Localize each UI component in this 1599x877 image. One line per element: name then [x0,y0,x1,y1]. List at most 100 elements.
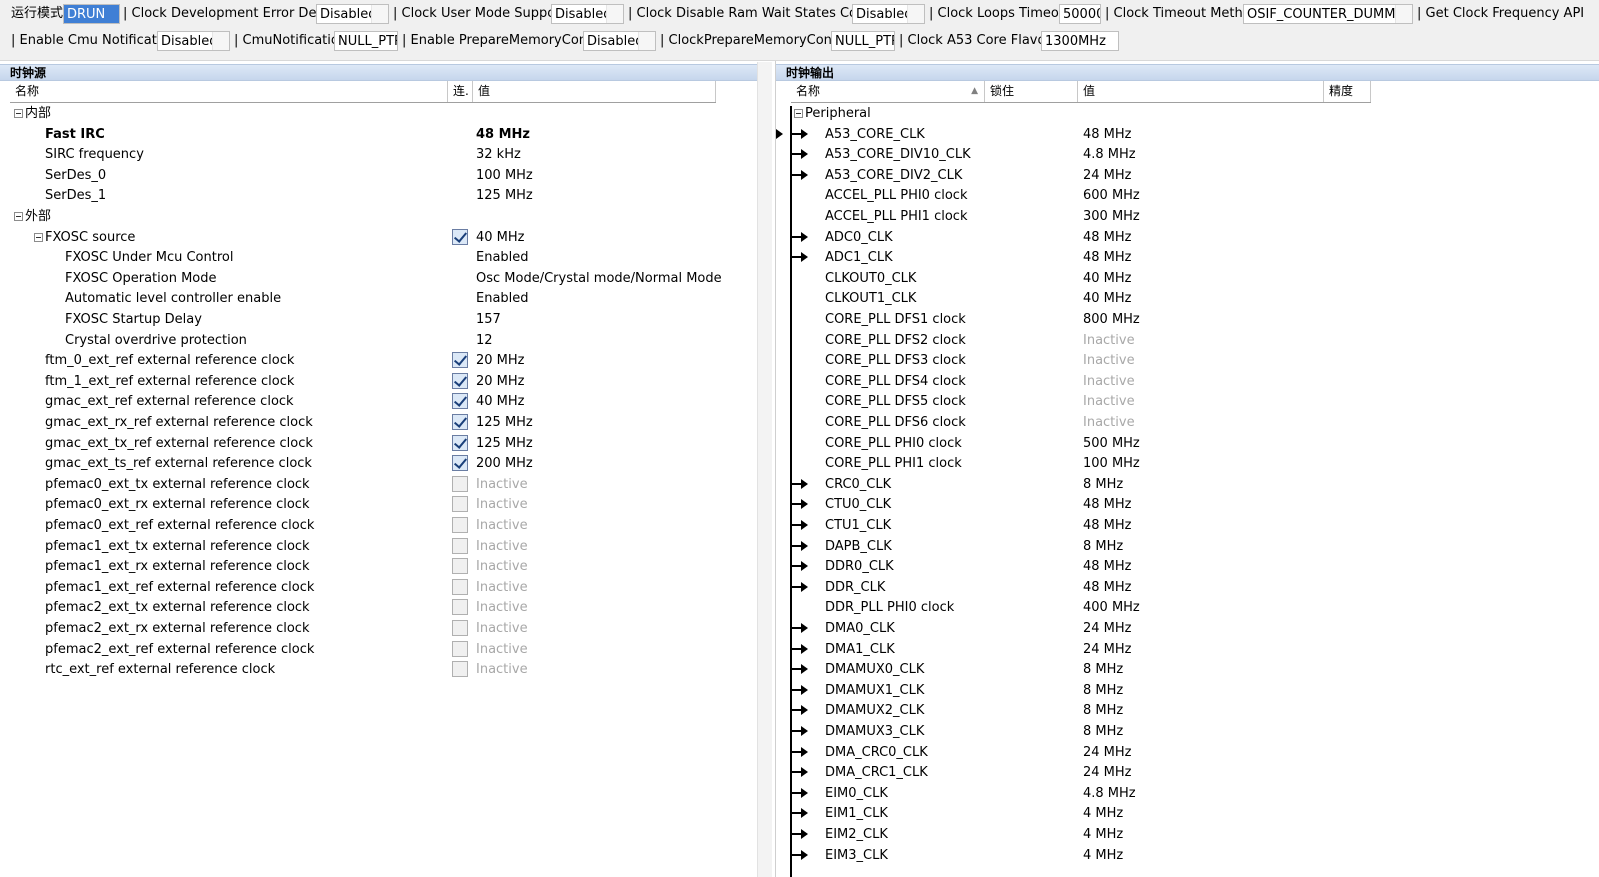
output-row[interactable]: ADC0_CLK 48 MHz [776,227,1599,248]
tree-row[interactable]: gmac_ext_rx_ref external reference clock… [0,412,757,433]
enable-checkbox[interactable] [452,661,468,678]
prepare-memory-config-field[interactable]: NULL_PTR [831,31,895,51]
output-row[interactable]: ACCEL_PLL PHI1 clock 300 MHz [776,206,1599,227]
enable-checkbox[interactable] [452,393,468,410]
loops-timeout-field[interactable]: 50000 [1059,4,1101,24]
output-row[interactable]: EIM1_CLK 4 MHz [776,803,1599,824]
collapse-toggle-icon[interactable] [14,109,23,118]
column-value-out[interactable]: 值 [1078,81,1324,102]
left-scrollbar[interactable] [757,62,772,877]
tree-row[interactable]: pfemac2_ext_tx external reference clock I… [0,597,757,618]
output-row[interactable]: CORE_PLL DFS5 clock Inactive [776,391,1599,412]
output-row[interactable]: DDR_PLL PHI0 clock 400 MHz [776,597,1599,618]
output-row[interactable]: CORE_PLL PHI0 clock 500 MHz [776,433,1599,454]
column-lock[interactable]: 锁住 [985,81,1078,102]
output-row[interactable]: CRC0_CLK 8 MHz [776,474,1599,495]
output-row[interactable]: EIM3_CLK 4 MHz [776,845,1599,866]
output-row[interactable]: ADC1_CLK 48 MHz [776,247,1599,268]
enable-checkbox[interactable] [452,352,468,369]
enable-checkbox[interactable] [452,620,468,636]
enable-checkbox[interactable] [452,517,468,533]
tree-row[interactable]: ftm_1_ext_ref external reference clock 20… [0,371,757,392]
output-row[interactable]: CORE_PLL DFS4 clock Inactive [776,371,1599,392]
output-row[interactable]: EIM2_CLK 4 MHz [776,824,1599,845]
tree-row[interactable]: SIRC frequency 32 kHz [0,144,757,165]
tree-row[interactable]: ftm_0_ext_ref external reference clock 20… [0,350,757,371]
tree-row[interactable]: FXOSC source 40 MHz [0,227,757,248]
column-name-out[interactable]: 名称 ▲ [791,81,985,102]
output-row[interactable]: A53_CORE_DIV2_CLK 24 MHz [776,165,1599,186]
column-value[interactable]: 值 [473,81,716,102]
output-row[interactable]: CLKOUT1_CLK 40 MHz [776,288,1599,309]
output-row[interactable]: ACCEL_PLL PHI0 clock 600 MHz [776,185,1599,206]
disable-ram-wait-select[interactable]: Disabled [852,4,925,24]
output-row[interactable]: DMAMUX2_CLK 8 MHz [776,700,1599,721]
collapse-toggle-icon[interactable] [794,109,803,118]
tree-row[interactable]: pfemac1_ext_rx external reference clock I… [0,556,757,577]
tree-row[interactable]: gmac_ext_ts_ref external reference clock… [0,453,757,474]
output-row[interactable]: EIM0_CLK 4.8 MHz [776,783,1599,804]
enable-cmu-notification-select[interactable]: Disabled [157,31,230,51]
output-row[interactable]: DMA1_CLK 24 MHz [776,639,1599,660]
tree-row[interactable]: Crystal overdrive protection 12 [0,330,757,351]
tree-row[interactable]: 外部 [0,206,757,227]
tree-row[interactable]: rtc_ext_ref external reference clock Inac… [0,659,757,680]
output-row[interactable]: CORE_PLL DFS2 clock Inactive [776,330,1599,351]
output-row[interactable]: DDR0_CLK 48 MHz [776,556,1599,577]
output-row[interactable]: A53_CORE_DIV10_CLK 4.8 MHz [776,144,1599,165]
collapse-toggle-icon[interactable] [34,232,43,242]
column-precision[interactable]: 精度 [1324,81,1371,102]
output-row[interactable]: DMA_CRC0_CLK 24 MHz [776,742,1599,763]
output-row[interactable]: DDR_CLK 48 MHz [776,577,1599,598]
tree-row[interactable]: pfemac0_ext_tx external reference clock I… [0,474,757,495]
run-mode-field[interactable]: DRUN [63,4,120,24]
enable-checkbox[interactable] [452,228,468,245]
group-row[interactable]: Peripheral [776,103,1599,124]
cmu-notification-field[interactable]: NULL_PTR [334,31,398,51]
dev-error-detect-select[interactable]: Disabled [316,4,389,24]
tree-row[interactable]: SerDes_1 125 MHz [0,185,757,206]
tree-row[interactable]: pfemac1_ext_ref external reference clock… [0,577,757,598]
tree-row[interactable]: SerDes_0 100 MHz [0,165,757,186]
output-row[interactable]: CORE_PLL DFS3 clock Inactive [776,350,1599,371]
enable-checkbox[interactable] [452,578,468,595]
user-mode-support-select[interactable]: Disabled [551,4,624,24]
output-row[interactable]: DMA0_CLK 24 MHz [776,618,1599,639]
tree-row[interactable]: gmac_ext_tx_ref external reference clock… [0,433,757,454]
tree-row[interactable]: pfemac1_ext_tx external reference clock I… [0,536,757,557]
tree-row[interactable]: FXOSC Startup Delay 157 [0,309,757,330]
enable-checkbox[interactable] [452,640,468,657]
enable-checkbox[interactable] [452,434,468,451]
enable-checkbox[interactable] [452,475,468,492]
output-row[interactable]: CORE_PLL DFS1 clock 800 MHz [776,309,1599,330]
output-row[interactable]: CTU1_CLK 48 MHz [776,515,1599,536]
tree-row[interactable]: Automatic level controller enable Enabled [0,288,757,309]
column-enable[interactable]: 连. [448,81,473,102]
tree-row[interactable]: pfemac0_ext_ref external reference clock… [0,515,757,536]
tree-row[interactable]: FXOSC Under Mcu Control Enabled [0,247,757,268]
tree-row[interactable]: pfemac2_ext_ref external reference clock… [0,639,757,660]
enable-checkbox[interactable] [452,537,468,554]
tree-row[interactable]: gmac_ext_ref external reference clock 40 … [0,391,757,412]
tree-row[interactable]: pfemac2_ext_rx external reference clock I… [0,618,757,639]
tree-row[interactable]: FXOSC Operation Mode Osc Mode/Crystal mod… [0,268,757,289]
output-row[interactable]: DMA_CRC1_CLK 24 MHz [776,762,1599,783]
enable-checkbox[interactable] [452,496,468,513]
tree-row[interactable]: pfemac0_ext_rx external reference clock I… [0,494,757,515]
output-row[interactable]: DMAMUX1_CLK 8 MHz [776,680,1599,701]
output-row[interactable]: DAPB_CLK 8 MHz [776,536,1599,557]
enable-checkbox[interactable] [452,558,468,575]
output-row[interactable]: DMAMUX0_CLK 8 MHz [776,659,1599,680]
output-row[interactable]: DMAMUX3_CLK 8 MHz [776,721,1599,742]
output-row[interactable]: CORE_PLL PHI1 clock 100 MHz [776,453,1599,474]
output-row[interactable]: A53_CORE_CLK 48 MHz [776,124,1599,145]
enable-prepare-memory-select[interactable]: Disabled [583,31,656,51]
tree-row[interactable]: Fast IRC 48 MHz [0,124,757,145]
timeout-method-select[interactable]: OSIF_COUNTER_DUMMY [1243,4,1413,24]
enable-checkbox[interactable] [452,414,468,430]
enable-checkbox[interactable] [452,372,468,389]
output-row[interactable]: CLKOUT0_CLK 40 MHz [776,268,1599,289]
column-name[interactable]: 名称 [10,81,448,102]
tree-row[interactable]: 内部 [0,103,757,124]
a53-core-flavour-select[interactable]: 1300MHz [1041,31,1119,51]
